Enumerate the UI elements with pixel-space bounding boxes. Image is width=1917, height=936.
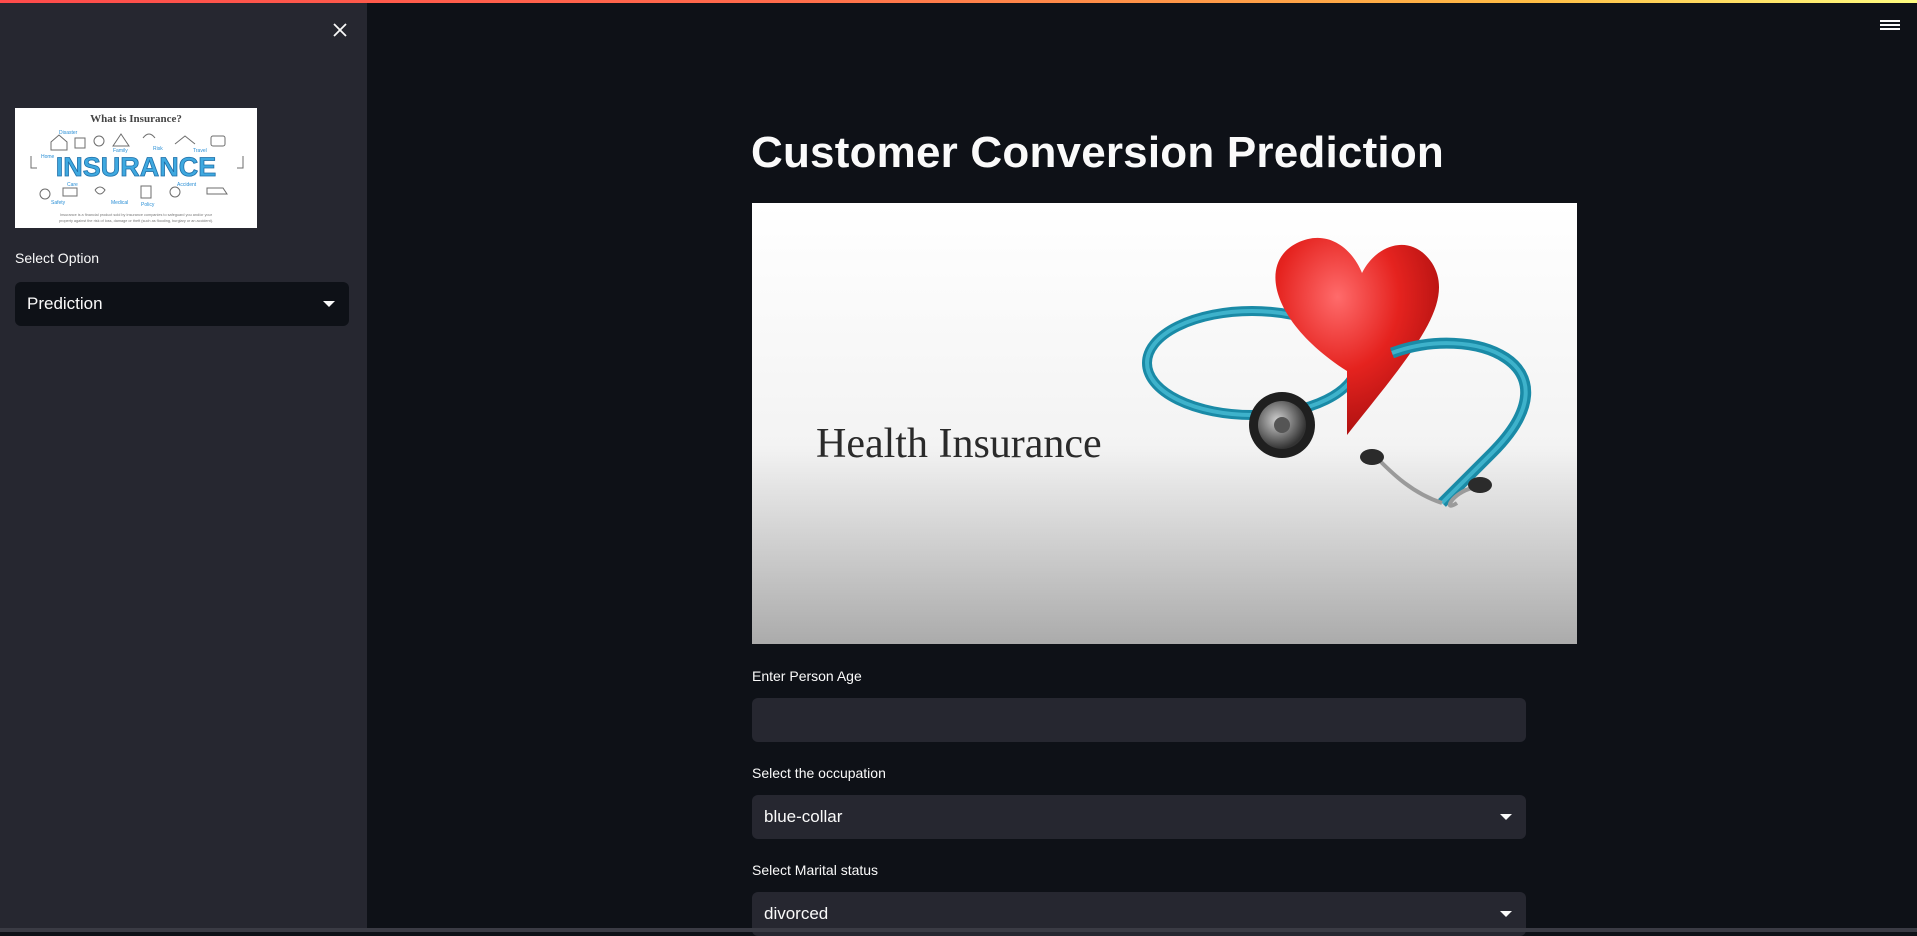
- banner-text: Health Insurance: [816, 421, 1102, 467]
- logo-caption-line2: property against the risk of loss, damag…: [59, 219, 213, 223]
- chevron-down-icon: [1500, 911, 1512, 917]
- select-option-label: Select Option: [15, 250, 100, 266]
- logo-heading: What is Insurance?: [90, 113, 182, 125]
- logo-word: INSURANCE: [56, 152, 217, 182]
- logo-tag-policy: Policy: [141, 202, 155, 208]
- marital-status-field-label: Select Marital status: [752, 862, 879, 878]
- bottom-scroll-edge: [0, 928, 1917, 932]
- occupation-field-label: Select the occupation: [752, 765, 886, 781]
- chevron-down-icon: [323, 301, 335, 307]
- marital-status-value: divorced: [764, 904, 829, 923]
- occupation-value: blue-collar: [764, 807, 843, 826]
- top-decoration-bar: [0, 0, 1917, 3]
- age-field-label: Enter Person Age: [752, 668, 862, 684]
- page-title: Customer Conversion Prediction: [751, 128, 1445, 177]
- sidebar: What is Insurance? Disaster Home Family …: [0, 0, 367, 932]
- person-age-input[interactable]: [752, 698, 1526, 742]
- close-icon: [333, 23, 347, 37]
- occupation-dropdown[interactable]: blue-collar: [752, 795, 1526, 839]
- close-sidebar-button[interactable]: [326, 16, 354, 44]
- health-insurance-banner-image: Health Insurance: [752, 203, 1577, 644]
- logo-tag-safety: Safety: [51, 200, 66, 206]
- logo-tag-home: Home: [41, 154, 55, 160]
- insurance-logo-image: What is Insurance? Disaster Home Family …: [15, 108, 257, 228]
- hamburger-menu-icon: [1880, 20, 1900, 30]
- logo-tag-disaster: Disaster: [59, 130, 78, 136]
- logo-tag-care: Care: [67, 182, 78, 188]
- chevron-down-icon: [1500, 814, 1512, 820]
- main-menu-button[interactable]: [1880, 18, 1900, 36]
- logo-tag-medical: Medical: [111, 200, 128, 206]
- logo-caption-line1: Insurance is a financial product sold by…: [60, 213, 213, 217]
- select-option-value: Prediction: [27, 294, 103, 313]
- select-option-dropdown[interactable]: Prediction: [15, 282, 349, 326]
- logo-tag-accident: Accident: [177, 182, 197, 188]
